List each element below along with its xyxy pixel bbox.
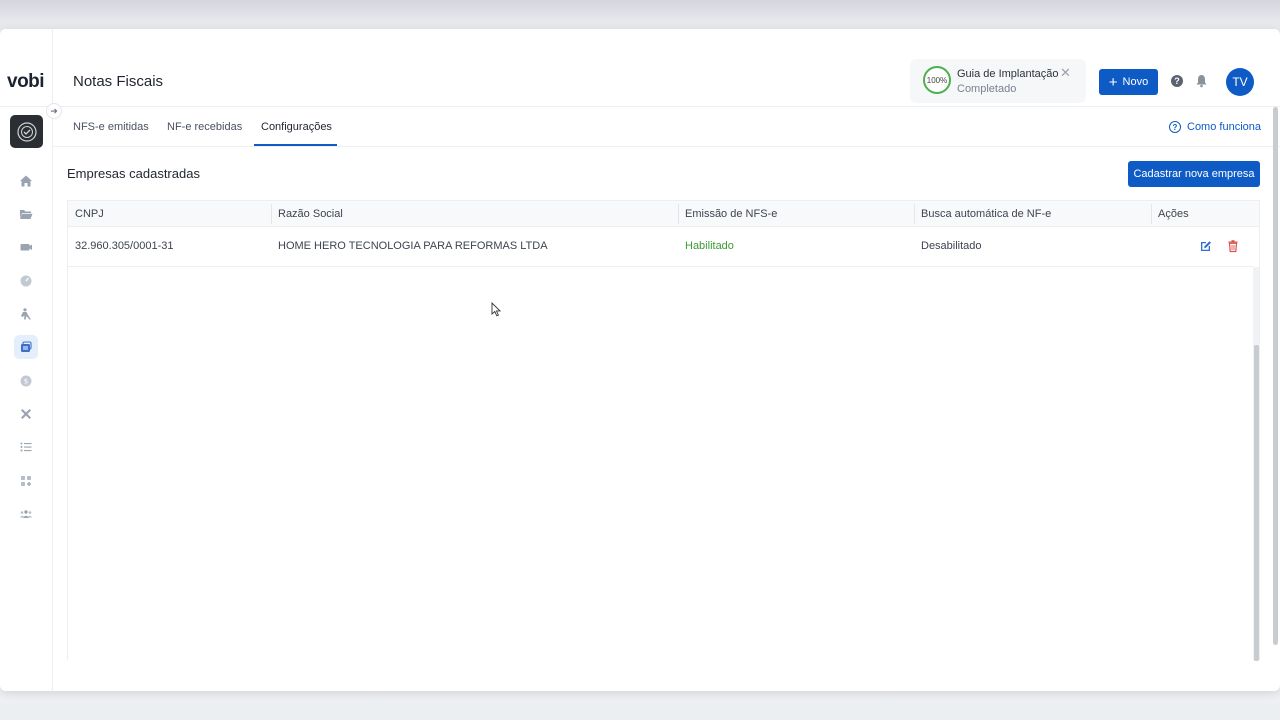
tabs-divider: [53, 146, 1280, 147]
cell-cnpj: 32.960.305/0001-31: [75, 240, 174, 252]
column-header-cnpj: CNPJ: [75, 208, 104, 220]
cell-razao-social: HOME HERO TECNOLOGIA PARA REFORMAS LTDA: [278, 240, 548, 252]
svg-text:$: $: [24, 378, 28, 386]
home-icon[interactable]: [14, 169, 38, 193]
list-icon[interactable]: [14, 435, 38, 459]
column-separator: [914, 204, 915, 224]
column-separator: [271, 204, 272, 224]
column-separator: [1151, 204, 1152, 224]
implementation-guide[interactable]: 100% Guia de Implantação Completado ✕: [910, 59, 1086, 103]
trash-icon[interactable]: [1226, 239, 1240, 253]
page-scrollbar-thumb[interactable]: [1273, 107, 1278, 645]
sidebar: vobi $: [0, 29, 53, 691]
dollar-icon[interactable]: $: [14, 369, 38, 393]
edit-icon[interactable]: [1199, 239, 1213, 253]
user-avatar[interactable]: TV: [1226, 68, 1254, 96]
gauge-icon[interactable]: [14, 269, 38, 293]
tab-configuracoes[interactable]: Configurações: [261, 121, 332, 133]
guide-progress-ring: 100%: [923, 66, 951, 94]
column-separator: [678, 204, 679, 224]
add-company-button[interactable]: Cadastrar nova empresa: [1128, 161, 1260, 187]
tab-nfse-emitidas[interactable]: NFS-e emitidas: [73, 121, 149, 133]
camera-icon[interactable]: [14, 235, 38, 259]
close-icon[interactable]: ✕: [1060, 65, 1071, 81]
section-title: Empresas cadastradas: [67, 166, 200, 181]
sidebar-divider: [0, 106, 53, 107]
help-icon[interactable]: ?: [1171, 75, 1183, 87]
header-divider: [53, 106, 1280, 107]
column-header-razao-social: Razão Social: [278, 208, 343, 220]
how-it-works-link[interactable]: ? Como funciona: [1169, 121, 1261, 133]
bell-icon[interactable]: [1195, 74, 1208, 88]
column-header-acoes: Ações: [1158, 208, 1189, 220]
new-button-label: Novo: [1122, 76, 1149, 88]
sidebar-collapse-toggle[interactable]: ➜: [46, 103, 62, 119]
cell-emissao-status: Habilitado: [685, 240, 734, 252]
new-button[interactable]: + Novo: [1099, 69, 1158, 95]
company-avatar[interactable]: [10, 115, 43, 148]
companies-table: CNPJ Razão Social Emissão de NFS-e Busca…: [67, 200, 1260, 661]
how-it-works-label: Como funciona: [1187, 121, 1261, 133]
table-scrollbar-thumb[interactable]: [1254, 345, 1259, 661]
apps-icon[interactable]: [14, 469, 38, 493]
folder-icon[interactable]: [14, 202, 38, 226]
tools-icon[interactable]: [14, 402, 38, 426]
cell-busca-status: Desabilitado: [921, 240, 982, 252]
app-logo[interactable]: vobi: [7, 71, 45, 93]
invoices-icon[interactable]: [14, 335, 38, 359]
company-logo-icon: [16, 121, 37, 142]
question-circle-icon: ?: [1169, 121, 1181, 133]
tab-nfe-recebidas[interactable]: NF-e recebidas: [167, 121, 242, 133]
page-title: Notas Fiscais: [73, 73, 164, 90]
column-header-emissao: Emissão de NFS-e: [685, 208, 778, 220]
plus-icon: +: [1108, 73, 1118, 91]
team-icon[interactable]: [14, 502, 38, 526]
worker-icon[interactable]: [14, 302, 38, 326]
mouse-cursor-icon: [491, 302, 501, 317]
table-row[interactable]: 32.960.305/0001-31 HOME HERO TECNOLOGIA …: [68, 227, 1253, 267]
column-header-busca: Busca automática de NF-e: [921, 208, 1052, 220]
guide-title: Guia de Implantação: [957, 68, 1059, 80]
app-window: vobi $ ➜ Notas Fiscais 100% Guia de Impl…: [0, 29, 1280, 691]
table-header: CNPJ Razão Social Emissão de NFS-e Busca…: [68, 201, 1259, 227]
guide-status: Completado: [957, 83, 1017, 95]
